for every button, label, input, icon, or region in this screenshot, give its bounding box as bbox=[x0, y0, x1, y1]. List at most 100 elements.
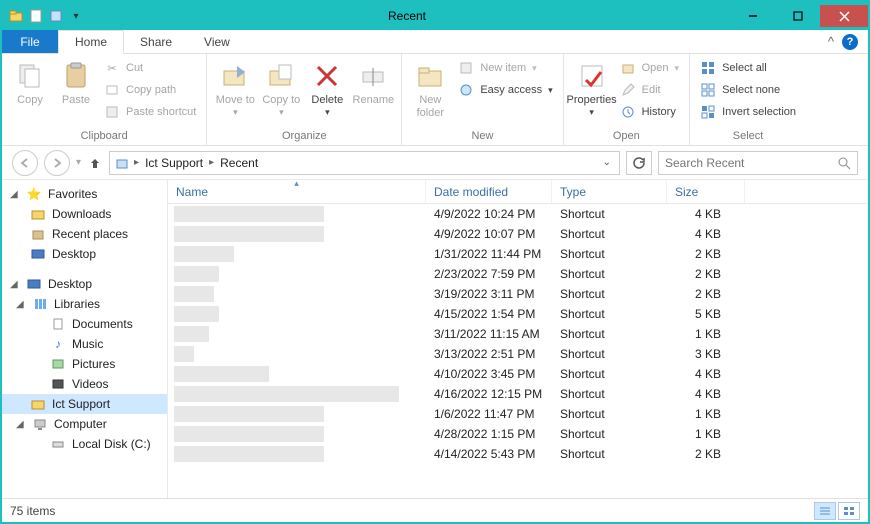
rename-button[interactable]: Rename bbox=[351, 56, 395, 111]
history-button[interactable]: History bbox=[616, 102, 683, 122]
libraries-icon bbox=[32, 296, 48, 312]
edit-button[interactable]: Edit bbox=[616, 80, 683, 100]
maximize-button[interactable] bbox=[775, 5, 820, 27]
new-folder-button[interactable]: New folder bbox=[408, 56, 452, 123]
copy-path-icon bbox=[104, 82, 120, 98]
table-row[interactable]: 3/11/2022 11:15 AMShortcut1 KB bbox=[168, 324, 868, 344]
move-to-icon bbox=[219, 60, 251, 92]
copy-button[interactable]: Copy bbox=[8, 56, 52, 111]
quick-dropdown-icon[interactable]: ▾ bbox=[68, 8, 84, 24]
user-folder-icon bbox=[30, 396, 46, 412]
refresh-button[interactable] bbox=[626, 151, 652, 175]
new-folder-icon bbox=[414, 60, 446, 92]
copy-to-button[interactable]: Copy to▾ bbox=[259, 56, 303, 121]
table-row[interactable]: 4/28/2022 1:15 PMShortcut1 KB bbox=[168, 424, 868, 444]
tree-recent-places[interactable]: Recent places bbox=[2, 224, 167, 244]
recent-locations-icon[interactable]: ▾ bbox=[76, 157, 81, 168]
tree-videos[interactable]: Videos bbox=[2, 374, 167, 394]
search-box[interactable] bbox=[658, 151, 858, 175]
open-icon bbox=[620, 60, 636, 76]
select-all-button[interactable]: Select all bbox=[696, 58, 800, 78]
nav-tree[interactable]: ◢⭐Favorites Downloads Recent places Desk… bbox=[2, 180, 168, 498]
home-tab[interactable]: Home bbox=[58, 30, 124, 54]
folder-icon bbox=[30, 206, 46, 222]
music-icon: ♪ bbox=[50, 336, 66, 352]
computer-icon bbox=[32, 416, 48, 432]
table-row[interactable]: 4/10/2022 3:45 PMShortcut4 KB bbox=[168, 364, 868, 384]
search-input[interactable] bbox=[665, 156, 837, 170]
tree-documents[interactable]: Documents bbox=[2, 314, 167, 334]
ribbon-collapse-icon[interactable]: ^ bbox=[828, 34, 834, 49]
col-date[interactable]: Date modified bbox=[426, 180, 552, 203]
minimize-button[interactable] bbox=[730, 5, 775, 27]
select-all-icon bbox=[700, 60, 716, 76]
delete-button[interactable]: Delete▾ bbox=[305, 56, 349, 121]
chevron-right-icon[interactable]: ▸ bbox=[207, 157, 216, 168]
tree-desktop-fav[interactable]: Desktop bbox=[2, 244, 167, 264]
tree-desktop[interactable]: ◢Desktop bbox=[2, 274, 167, 294]
move-to-button[interactable]: Move to▾ bbox=[213, 56, 257, 121]
file-tab[interactable]: File bbox=[2, 30, 58, 53]
ribbon-tabs: File Home Share View ^ ? bbox=[2, 30, 868, 54]
tree-local-disk[interactable]: Local Disk (C:) bbox=[2, 434, 167, 454]
paste-icon bbox=[60, 60, 92, 92]
back-button[interactable] bbox=[12, 150, 38, 176]
recent-icon bbox=[30, 226, 46, 242]
invert-selection-button[interactable]: Invert selection bbox=[696, 102, 800, 122]
share-tab[interactable]: Share bbox=[124, 30, 188, 53]
forward-button[interactable] bbox=[44, 150, 70, 176]
paste-button[interactable]: Paste bbox=[54, 56, 98, 111]
up-button[interactable] bbox=[87, 155, 103, 171]
close-button[interactable] bbox=[820, 5, 868, 27]
copy-path-button[interactable]: Copy path bbox=[100, 80, 200, 100]
table-row[interactable]: 4/16/2022 12:15 PMShortcut4 KB bbox=[168, 384, 868, 404]
open-button[interactable]: Open ▾ bbox=[616, 58, 683, 78]
help-icon[interactable]: ? bbox=[842, 34, 858, 50]
easy-access-icon bbox=[458, 82, 474, 98]
tree-computer[interactable]: ◢Computer bbox=[2, 414, 167, 434]
crumb-ict-support[interactable]: Ict Support bbox=[143, 156, 205, 170]
search-icon[interactable] bbox=[837, 156, 851, 170]
select-none-button[interactable]: Select none bbox=[696, 80, 800, 100]
quick-new-icon[interactable] bbox=[28, 8, 44, 24]
col-type[interactable]: Type bbox=[552, 180, 667, 203]
cut-button[interactable]: ✂Cut bbox=[100, 58, 200, 78]
copy-icon bbox=[14, 60, 46, 92]
tree-music[interactable]: ♪Music bbox=[2, 334, 167, 354]
tree-downloads[interactable]: Downloads bbox=[2, 204, 167, 224]
table-row[interactable]: 3/19/2022 3:11 PMShortcut2 KB bbox=[168, 284, 868, 304]
view-tab[interactable]: View bbox=[188, 30, 246, 53]
view-details-button[interactable] bbox=[814, 502, 836, 520]
desktop-icon bbox=[30, 246, 46, 262]
table-row[interactable]: 4/9/2022 10:24 PMShortcut4 KB bbox=[168, 204, 868, 224]
table-row[interactable]: 4/9/2022 10:07 PMShortcut4 KB bbox=[168, 224, 868, 244]
address-dropdown-icon[interactable]: ⌄ bbox=[603, 157, 611, 168]
easy-access-button[interactable]: Easy access ▾ bbox=[454, 80, 556, 100]
table-row[interactable]: 4/15/2022 1:54 PMShortcut5 KB bbox=[168, 304, 868, 324]
window-title: Recent bbox=[84, 9, 730, 23]
tree-pictures[interactable]: Pictures bbox=[2, 354, 167, 374]
file-rows[interactable]: 4/9/2022 10:24 PMShortcut4 KB4/9/2022 10… bbox=[168, 204, 868, 498]
crumb-recent[interactable]: Recent bbox=[218, 156, 260, 170]
ribbon-group-clipboard: Copy Paste ✂Cut Copy path Paste shortcut… bbox=[2, 54, 207, 145]
tree-favorites[interactable]: ◢⭐Favorites bbox=[2, 184, 167, 204]
quick-props-icon[interactable] bbox=[48, 8, 64, 24]
properties-button[interactable]: Properties▾ bbox=[570, 56, 614, 121]
table-row[interactable]: 1/6/2022 11:47 PMShortcut1 KB bbox=[168, 404, 868, 424]
col-size[interactable]: Size bbox=[667, 180, 745, 203]
col-name[interactable]: Name▴ bbox=[168, 180, 426, 203]
table-row[interactable]: 3/13/2022 2:51 PMShortcut3 KB bbox=[168, 344, 868, 364]
folder-app-icon bbox=[8, 8, 24, 24]
new-item-button[interactable]: New item ▾ bbox=[454, 58, 556, 78]
table-row[interactable]: 2/23/2022 7:59 PMShortcut2 KB bbox=[168, 264, 868, 284]
properties-icon bbox=[576, 60, 608, 92]
view-large-icons-button[interactable] bbox=[838, 502, 860, 520]
table-row[interactable]: 1/31/2022 11:44 PMShortcut2 KB bbox=[168, 244, 868, 264]
select-none-icon bbox=[700, 82, 716, 98]
tree-ict-support[interactable]: Ict Support bbox=[2, 394, 167, 414]
table-row[interactable]: 4/14/2022 5:43 PMShortcut2 KB bbox=[168, 444, 868, 464]
tree-libraries[interactable]: ◢Libraries bbox=[2, 294, 167, 314]
address-bar[interactable]: ▸ Ict Support ▸ Recent ⌄ bbox=[109, 151, 620, 175]
chevron-right-icon[interactable]: ▸ bbox=[132, 157, 141, 168]
paste-shortcut-button[interactable]: Paste shortcut bbox=[100, 102, 200, 122]
